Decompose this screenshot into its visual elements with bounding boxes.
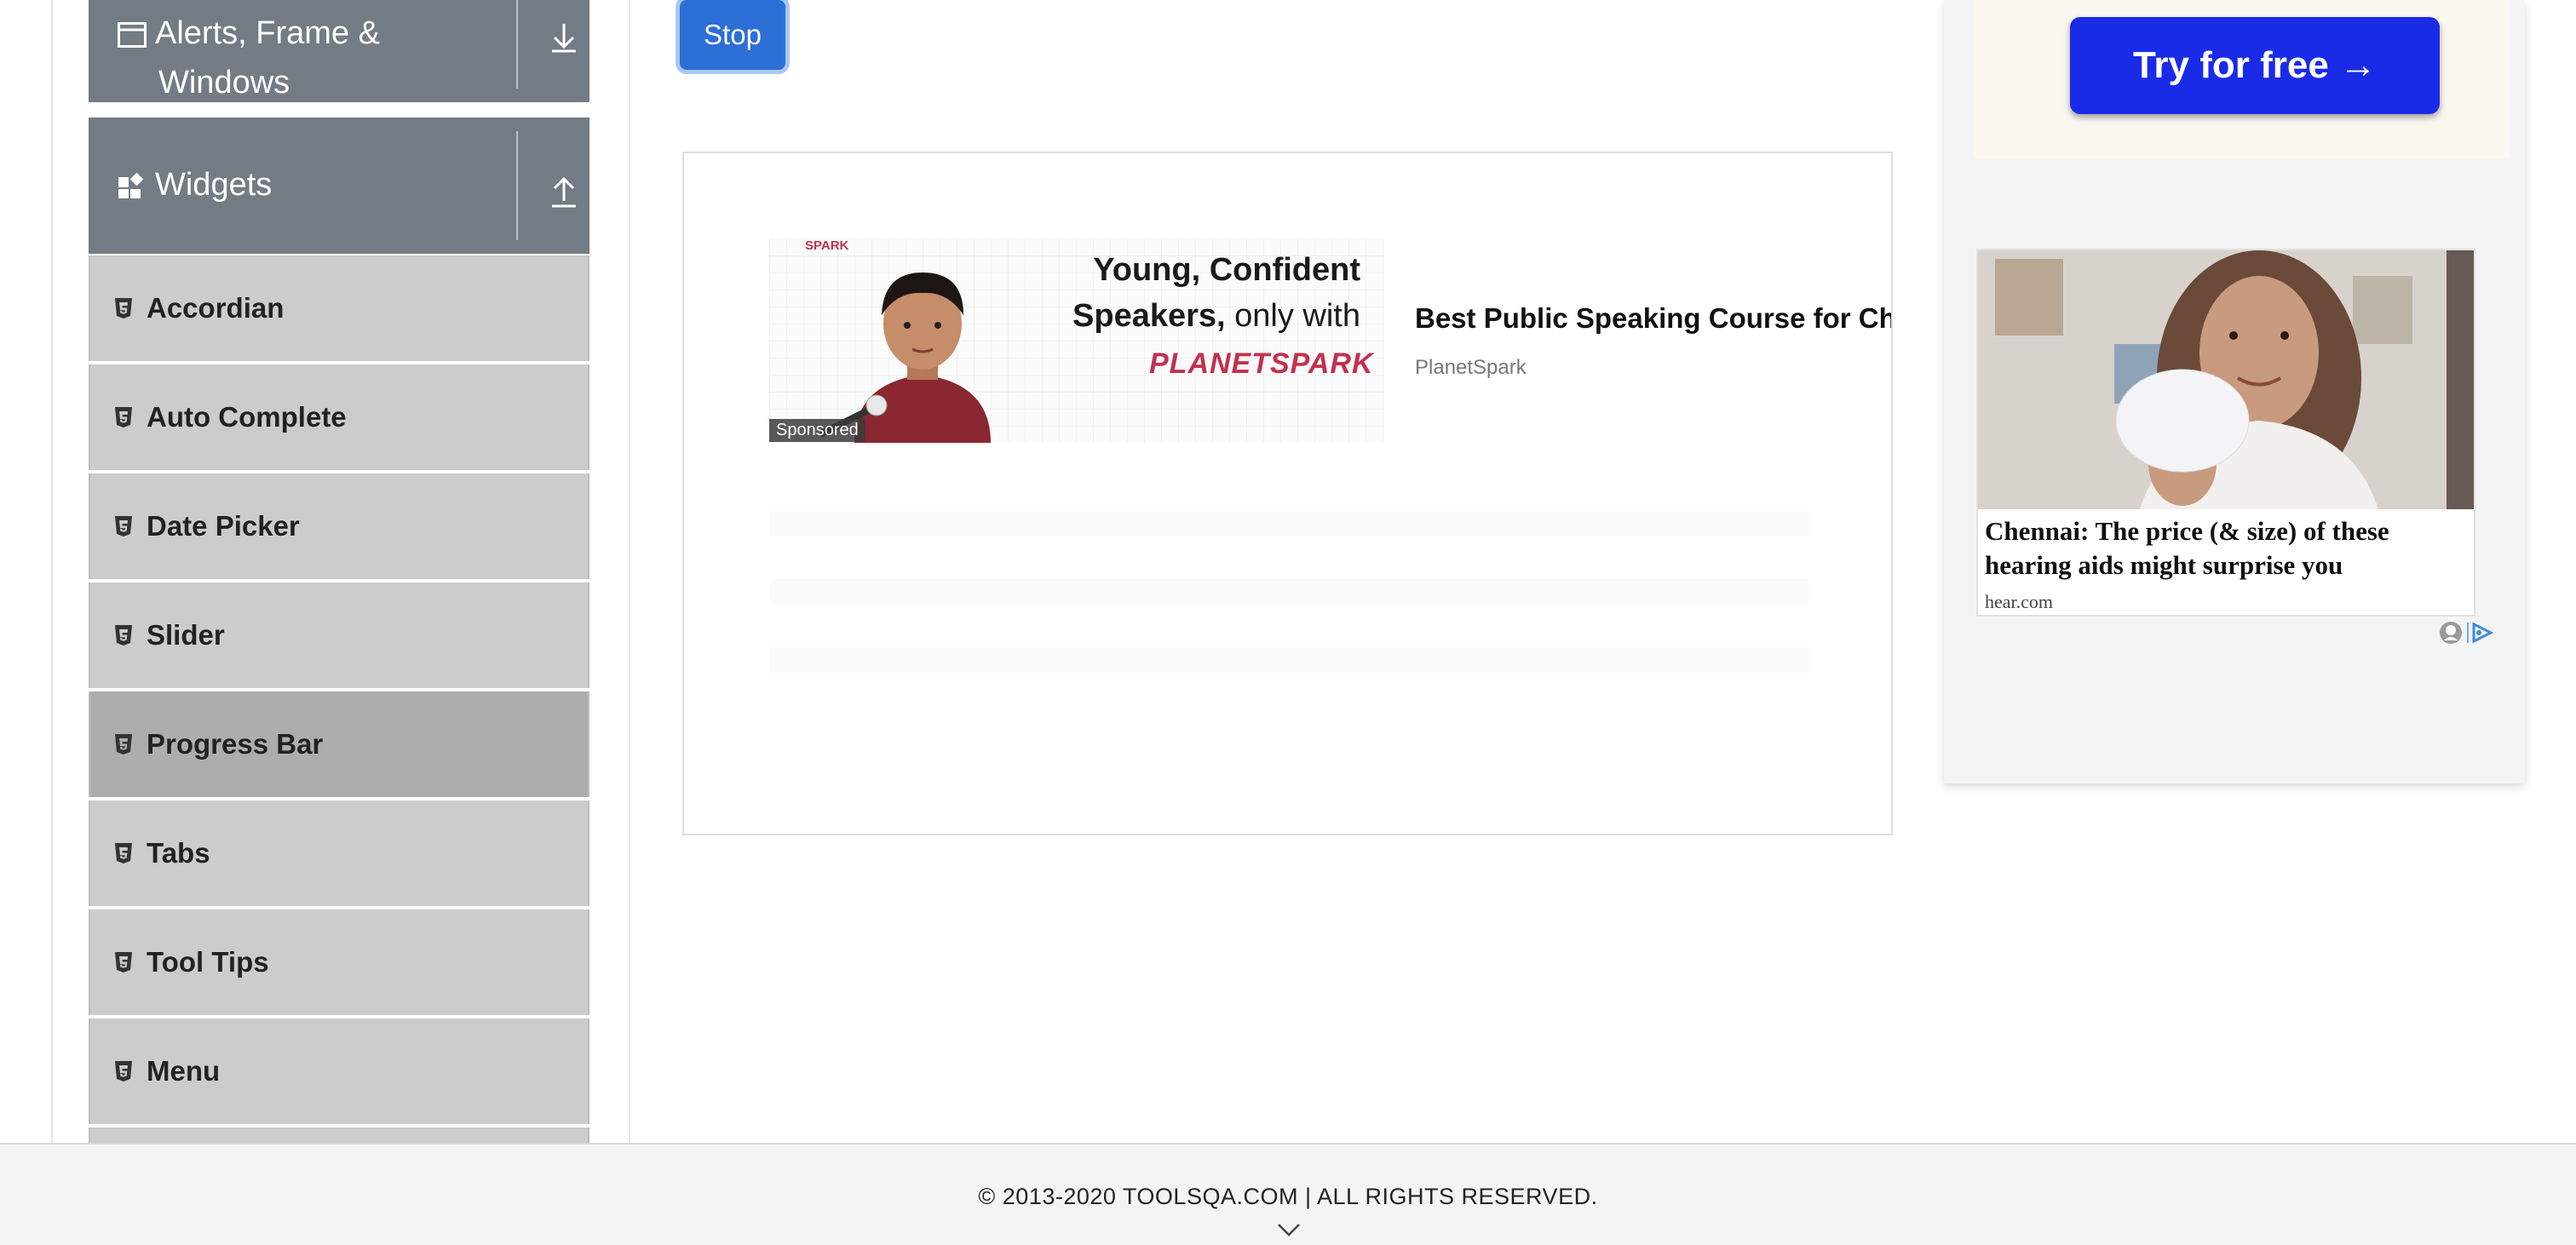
sidebar-item-tabs[interactable]: Tabs xyxy=(89,800,589,906)
ad-photo xyxy=(1978,250,2474,509)
sidebar-item-accordian[interactable]: Accordian xyxy=(89,255,589,361)
html5-icon xyxy=(115,734,132,754)
sidebar-item-label: Tool Tips xyxy=(147,946,269,978)
planetspark-ad-banner[interactable]: SPARK Young, Confident Speakers, only wi… xyxy=(769,238,1384,443)
sidebar-group-label: Alerts, Frame & Windows xyxy=(155,15,380,100)
sidebar-item-auto-complete[interactable]: Auto Complete xyxy=(89,364,589,470)
right-ad-column: Try for free → Chennai: The price (& siz… xyxy=(1944,0,2525,783)
html5-icon xyxy=(115,1061,132,1081)
html5-icon xyxy=(115,298,132,318)
left-page-border xyxy=(51,0,53,1143)
try-for-free-button[interactable]: Try for free → xyxy=(2070,17,2440,114)
sidebar-item-next-partial[interactable] xyxy=(89,1127,589,1143)
sponsored-tag: Sponsored xyxy=(769,419,865,442)
html5-icon xyxy=(115,952,132,972)
planetspark-logo: PLANETSPARK xyxy=(1149,347,1374,380)
group-header-separator xyxy=(516,131,518,240)
widgets-icon xyxy=(118,172,144,198)
native-ad-headline[interactable]: Chennai: The price (& size) of these hea… xyxy=(1985,514,2462,582)
chevron-down-icon[interactable] xyxy=(1276,1221,1302,1238)
sidebar-item-slider[interactable]: Slider xyxy=(89,582,589,688)
sidebar-item-progress-bar[interactable]: Progress Bar xyxy=(89,691,589,797)
footer-copyright: © 2013-2020 TOOLSQA.COM | ALL RIGHTS RES… xyxy=(978,1184,1598,1209)
sidebar-item-label: Date Picker xyxy=(147,510,300,542)
ad-title-link[interactable]: Best Public Speaking Course for Children xyxy=(1415,302,1891,335)
ad-privacy-icon[interactable] xyxy=(2438,620,2464,645)
ad-source: PlanetSpark xyxy=(1415,356,1527,379)
html5-icon xyxy=(115,516,132,536)
sidebar-group-alerts-frame-windows[interactable]: Alerts, Frame & Windows xyxy=(89,0,589,102)
browser-window-icon xyxy=(118,22,147,48)
loading-placeholder-row xyxy=(769,579,1808,605)
sidebar-item-label: Auto Complete xyxy=(147,401,347,433)
sidebar-item-date-picker[interactable]: Date Picker xyxy=(89,473,589,579)
sidebar-item-label: Slider xyxy=(147,619,225,651)
adchoices-icon[interactable] xyxy=(2465,620,2494,645)
sidebar-group-widgets[interactable]: Widgets xyxy=(89,118,589,254)
woman-holding-hearing-aid-photo xyxy=(1978,250,2474,509)
html5-icon xyxy=(115,843,132,863)
sidebar-item-label: Tabs xyxy=(147,837,210,869)
sidebar-group-label: Widgets xyxy=(155,167,273,203)
stop-button[interactable]: Stop xyxy=(680,0,785,70)
native-ad-card[interactable]: Chennai: The price (& size) of these hea… xyxy=(1976,249,2475,617)
sidebar-item-menu[interactable]: Menu xyxy=(89,1018,589,1124)
sidebar-item-label: Progress Bar xyxy=(147,728,324,760)
banner-small-brand: SPARK xyxy=(805,238,849,253)
html5-icon xyxy=(115,407,132,427)
sidebar-item-label: Menu xyxy=(147,1055,221,1087)
loading-placeholder-row xyxy=(769,647,1808,673)
footer: © 2013-2020 TOOLSQA.COM | ALL RIGHTS RES… xyxy=(0,1143,2576,1245)
sidebar-item-tool-tips[interactable]: Tool Tips xyxy=(89,909,589,1015)
sidebar-item-label: Accordian xyxy=(147,292,285,324)
sponsored-ad-container: SPARK Young, Confident Speakers, only wi… xyxy=(682,152,1893,835)
native-ad-source: hear.com xyxy=(1985,591,2054,612)
try-ad-panel: Try for free → xyxy=(1973,0,2510,158)
child-speaker-illustration xyxy=(820,273,991,443)
loading-placeholder-row xyxy=(769,511,1808,536)
collapse-upload-arrow-icon[interactable] xyxy=(538,164,589,215)
expand-download-arrow-icon[interactable] xyxy=(538,12,589,63)
group-header-separator xyxy=(516,0,518,89)
html5-icon xyxy=(115,625,132,645)
banner-headline: Young, Confident Speakers, only with xyxy=(1072,252,1360,334)
sidebar-divider xyxy=(629,0,630,1143)
